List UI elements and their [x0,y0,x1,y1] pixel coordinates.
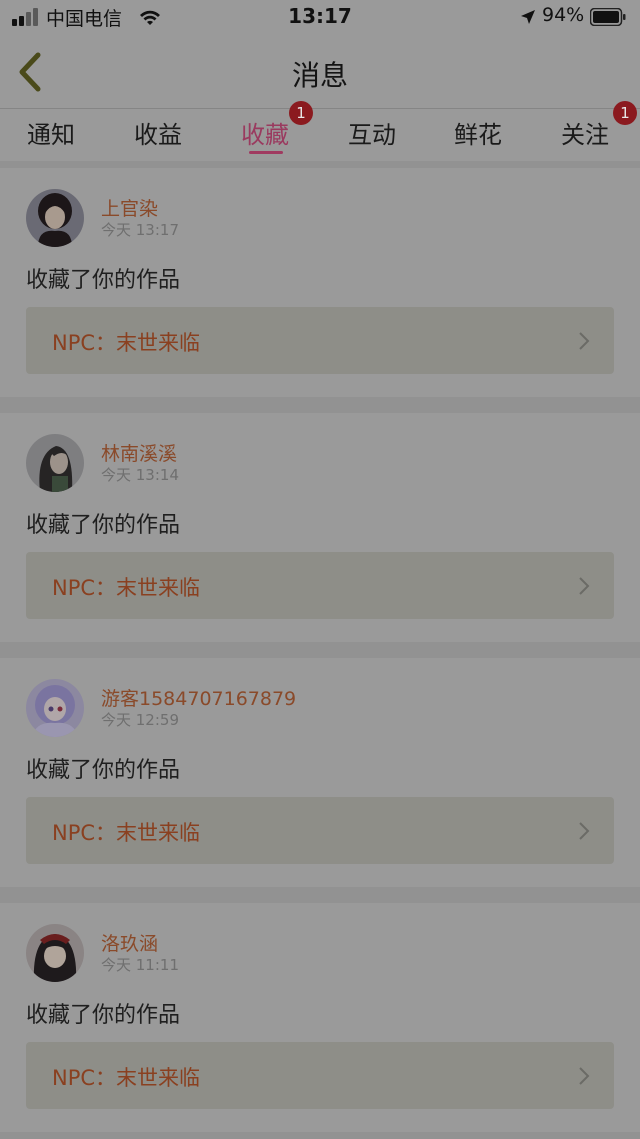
work-title: NPC：末世来临 [52,576,201,600]
favorites-unread-badge: 1 [289,101,313,125]
tab-notifications[interactable]: 通知 [27,115,75,150]
message-item: 洛玖涵 今天 11:11 收藏了你的作品 NPC：末世来临 [0,903,640,1132]
message-time: 今天 11:11 [101,956,179,974]
work-title: NPC：末世来临 [52,821,201,845]
tab-bar: 通知 收益 收藏 互动 鲜花 关注 1 1 [0,101,640,161]
chevron-right-icon [579,332,590,350]
message-text: 收藏了你的作品 [26,758,181,783]
message-text: 收藏了你的作品 [26,513,181,538]
message-time: 今天 13:14 [101,466,179,484]
work-link[interactable]: NPC：末世来临 [26,552,614,619]
page-title: 消息 [291,59,348,92]
location-arrow-icon [521,10,535,24]
work-link[interactable]: NPC：末世来临 [26,797,614,864]
tab-flowers[interactable]: 鲜花 [454,115,502,150]
message-item: 林南溪溪 今天 13:14 收藏了你的作品 NPC：末世来临 [0,413,640,642]
avatar[interactable] [26,189,84,247]
navigation-bar: 消息 [0,36,640,109]
message-time: 今天 12:59 [101,711,179,729]
tab-follows[interactable]: 关注 [561,115,609,150]
message-item: 上官染 今天 13:17 收藏了你的作品 NPC：末世来临 [0,168,640,397]
message-text: 收藏了你的作品 [26,1003,181,1028]
username[interactable]: 上官染 [101,194,158,221]
username[interactable]: 林南溪溪 [101,439,177,466]
avatar[interactable] [26,924,84,982]
work-link[interactable]: NPC：末世来临 [26,307,614,374]
avatar[interactable] [26,679,84,737]
status-bar: 中国电信 13:17 94% [0,0,640,36]
message-text: 收藏了你的作品 [26,268,181,293]
chevron-right-icon [579,822,590,840]
tab-earnings[interactable]: 收益 [134,115,182,150]
message-time: 今天 13:17 [101,221,179,239]
work-title: NPC：末世来临 [52,331,201,355]
chevron-right-icon [579,1067,590,1085]
chevron-right-icon [579,577,590,595]
avatar[interactable] [26,434,84,492]
message-item: 游客1584707167879 今天 12:59 收藏了你的作品 NPC：末世来… [0,658,640,887]
battery-icon [590,8,626,26]
tab-favorites[interactable]: 收藏 [241,115,289,150]
battery-percent: 94% [542,4,585,26]
work-title: NPC：末世来临 [52,1066,201,1090]
username[interactable]: 游客1584707167879 [101,684,296,711]
follows-unread-badge: 1 [613,101,637,125]
tab-interactions[interactable]: 互动 [348,115,396,150]
work-link[interactable]: NPC：末世来临 [26,1042,614,1109]
username[interactable]: 洛玖涵 [101,929,158,956]
active-tab-indicator [249,151,283,154]
